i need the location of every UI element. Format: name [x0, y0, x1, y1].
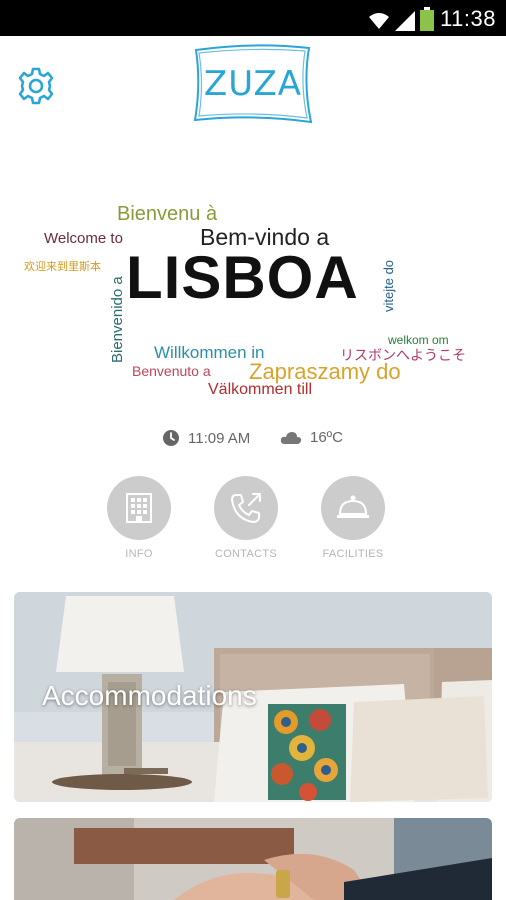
cloud-icon [280, 431, 302, 444]
phone-icon [231, 493, 261, 523]
cloud-word: Willkommen in [154, 343, 265, 362]
card-title: Accommodations [42, 680, 257, 711]
cloud-word: 欢迎来到里斯本 [24, 261, 101, 273]
time-weather-row: 11:09 AM 16ºC [0, 429, 506, 453]
quick-action-label: CONTACTS [214, 548, 278, 560]
cloud-word: Zapraszamy do [249, 359, 401, 384]
cloud-word: Welcome to [44, 230, 123, 247]
app-screen: ZUZA Bienvenu à Welcome to Bem-vindo a 欢… [0, 36, 506, 900]
cloud-word: vitejte do [381, 259, 396, 312]
cloud-word: Välkommen till [208, 381, 313, 398]
concierge-card[interactable] [14, 818, 492, 900]
cloud-word: Bienvenu à [117, 203, 218, 225]
status-icons [368, 7, 434, 31]
quick-action-label: INFO [125, 548, 153, 560]
building-icon [126, 493, 152, 523]
quick-action-label: FACILITIES [322, 548, 384, 560]
card-photo [14, 818, 492, 900]
status-time: 11:38 [440, 6, 496, 31]
cloud-word: Benvenuto a [132, 363, 211, 379]
time-text: 11:09 AM [188, 429, 251, 447]
cloud-word: welkom om [388, 333, 449, 347]
quick-action-info[interactable]: INFO [99, 476, 179, 560]
logo-text: ZUZA [203, 64, 303, 104]
weather-text: 16ºC [310, 429, 343, 446]
signal-icon [395, 11, 415, 31]
clock-icon [163, 430, 179, 446]
wifi-icon [369, 13, 389, 29]
battery-icon [420, 7, 434, 31]
quick-action-facilities[interactable]: FACILITIES [313, 476, 393, 560]
weather: 16ºC [280, 429, 343, 446]
app-logo: ZUZA [191, 44, 315, 126]
accommodations-card[interactable]: Accommodations [14, 592, 492, 802]
welcome-word-cloud: Bienvenu à Welcome to Bem-vindo a 欢迎来到里斯… [0, 186, 506, 398]
local-time: 11:09 AM [162, 429, 250, 447]
service-bell-icon [337, 495, 369, 518]
cloud-word: Bienvenido a [109, 276, 126, 363]
cloud-word: LISBOA [126, 244, 359, 311]
status-bar: 11:38 [0, 0, 506, 36]
gear-icon[interactable] [16, 66, 56, 106]
quick-action-contacts[interactable]: CONTACTS [206, 476, 286, 560]
